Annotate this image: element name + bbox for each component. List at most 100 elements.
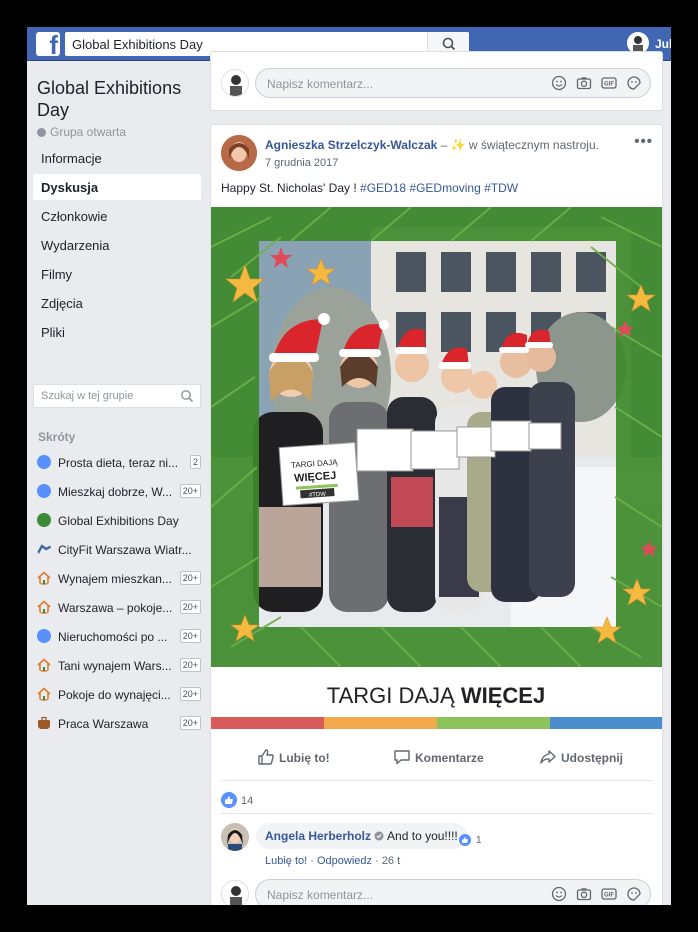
comment-bubble: Angela Herberholz And to you!!!! — [256, 823, 467, 849]
banner-text: TARGI DAJĄ — [327, 683, 461, 708]
shortcut-badge: 20+ — [179, 571, 201, 585]
sticker-icon[interactable] — [626, 886, 642, 902]
divider — [221, 813, 652, 814]
facebook-window: f Global Exhibitions Day Jul Global Exhi… — [27, 27, 671, 905]
hashtag-link[interactable]: #GEDmoving — [409, 181, 480, 195]
nav-item-pliki[interactable]: Pliki — [33, 319, 201, 345]
shortcut-badge: 20+ — [179, 658, 201, 672]
share-button[interactable]: Udostępnij — [539, 742, 649, 772]
shortcut-item[interactable]: Wynajem mieszkan... 20+ — [35, 567, 201, 589]
post-feeling: – ✨ w świątecznym nastroju. — [437, 138, 599, 152]
shortcut-item[interactable]: CityFit Warszawa Wiatr... — [35, 538, 201, 560]
group-title[interactable]: Global Exhibitions Day — [37, 77, 197, 121]
comment-author[interactable]: Angela Herberholz — [265, 829, 371, 843]
group-search-placeholder: Szukaj w tej grupie — [41, 390, 134, 402]
nav-item-czlonkowie[interactable]: Członkowie — [33, 203, 201, 229]
post-photo[interactable]: TARGI DAJĄ WIĘCEJ #TDW TARGI DAJĄ WIĘCEJ — [211, 207, 662, 731]
house-icon — [37, 571, 51, 585]
shortcut-item[interactable]: Prosta dieta, teraz ni... 2 — [35, 451, 201, 473]
likes-count: 14 — [241, 795, 254, 807]
camera-icon[interactable] — [576, 886, 592, 902]
color-stripe — [324, 717, 437, 729]
comment-meta: Lubię to! · Odpowiedz · 26 t — [265, 855, 401, 867]
thumbs-up-icon — [258, 749, 274, 765]
comment-time[interactable]: 26 t — [382, 855, 400, 867]
house-icon — [37, 658, 51, 672]
comment-like-link[interactable]: Lubię to! — [265, 855, 307, 867]
like-reaction-icon — [221, 792, 237, 808]
shortcuts-title: Skróty — [38, 430, 76, 444]
shortcut-item[interactable]: Global Exhibitions Day — [35, 509, 201, 531]
shortcut-item[interactable]: Mieszkaj dobrze, W... 20+ — [35, 480, 201, 502]
like-reaction-icon — [458, 833, 472, 847]
sign-tag: #TDW — [309, 492, 327, 499]
post-date[interactable]: 7 grudnia 2017 — [265, 157, 338, 169]
globe-icon — [37, 128, 46, 137]
comment-input[interactable]: Napisz komentarz... GIF — [255, 879, 651, 905]
group-icon — [37, 484, 51, 498]
emoji-icon[interactable] — [551, 886, 567, 902]
divider — [221, 780, 652, 781]
group-icon — [37, 455, 51, 469]
gif-icon[interactable]: GIF — [601, 75, 617, 91]
svg-text:TARGI DAJĄ WIĘCEJ: TARGI DAJĄ WIĘCEJ — [327, 683, 545, 708]
post-text: Happy St. Nicholas' Day ! #GED18 #GEDmov… — [221, 181, 519, 195]
globe-icon — [37, 513, 51, 527]
house-icon — [37, 600, 51, 614]
runner-icon — [37, 544, 51, 555]
comment-text: And to you!!!! — [387, 829, 458, 843]
nav-item-dyskusja[interactable]: Dyskusja — [33, 174, 201, 200]
comment-input[interactable]: Napisz komentarz... GIF — [255, 68, 651, 98]
shortcut-badge: 20+ — [179, 716, 201, 730]
commenter-avatar[interactable] — [221, 823, 249, 851]
briefcase-icon — [38, 716, 50, 729]
user-avatar — [221, 880, 249, 905]
search-icon — [181, 390, 194, 403]
hashtag-link[interactable]: #TDW — [484, 181, 518, 195]
group-icon — [37, 629, 51, 643]
shortcut-badge: 20+ — [179, 600, 201, 614]
sticker-icon[interactable] — [626, 75, 642, 91]
comment-reply-link[interactable]: Odpowiedz — [317, 855, 372, 867]
color-stripe — [437, 717, 550, 729]
nav-item-zdjecia[interactable]: Zdjęcia — [33, 290, 201, 316]
author-avatar[interactable] — [221, 135, 257, 171]
post-menu-button[interactable]: ••• — [634, 133, 653, 150]
shortcut-badge: 2 — [189, 455, 201, 469]
nav-item-informacje[interactable]: Informacje — [33, 145, 201, 171]
comment-button[interactable]: Komentarze — [393, 742, 503, 772]
facebook-logo-icon[interactable]: f — [36, 32, 60, 56]
shortcut-badge: 20+ — [179, 484, 201, 498]
shortcut-badge: 20+ — [179, 629, 201, 643]
house-icon — [37, 687, 51, 701]
search-value: Global Exhibitions Day — [72, 37, 203, 52]
svg-text:GIF: GIF — [604, 893, 614, 899]
emoji-icon[interactable] — [551, 75, 567, 91]
verified-badge-icon — [374, 831, 384, 841]
shortcut-item[interactable]: Praca Warszawa 20+ — [35, 712, 201, 734]
share-icon — [540, 750, 556, 764]
nav-item-filmy[interactable]: Filmy — [33, 261, 201, 287]
group-privacy: Grupa otwarta — [37, 125, 126, 139]
like-button[interactable]: Lubię to! — [257, 742, 347, 772]
post-author[interactable]: Agnieszka Strzelczyk-Walczak — [265, 138, 437, 152]
color-stripe — [550, 717, 662, 729]
user-name: Jul — [655, 37, 671, 51]
shortcut-badge: 20+ — [179, 687, 201, 701]
post-card: Agnieszka Strzelczyk-Walczak – ✨ w świąt… — [210, 124, 663, 905]
camera-icon[interactable] — [576, 75, 592, 91]
svg-text:GIF: GIF — [604, 82, 614, 88]
shortcut-item[interactable]: Nieruchomości po ... 20+ — [35, 625, 201, 647]
hashtag-link[interactable]: #GED18 — [360, 181, 406, 195]
shortcut-item[interactable]: Tani wynajem Wars... 20+ — [35, 654, 201, 676]
gif-icon[interactable]: GIF — [601, 886, 617, 902]
nav-item-wydarzenia[interactable]: Wydarzenia — [33, 232, 201, 258]
shortcut-item[interactable]: Pokoje do wynajęci... 20+ — [35, 683, 201, 705]
color-stripe — [211, 717, 324, 729]
comment-icon — [394, 750, 410, 765]
group-search-input[interactable]: Szukaj w tej grupie — [33, 384, 201, 408]
user-avatar — [221, 69, 249, 97]
banner-text-bold: WIĘCEJ — [461, 683, 545, 708]
shortcut-item[interactable]: Warszawa – pokoje... 20+ — [35, 596, 201, 618]
previous-post-card: Napisz komentarz... GIF — [210, 51, 663, 111]
